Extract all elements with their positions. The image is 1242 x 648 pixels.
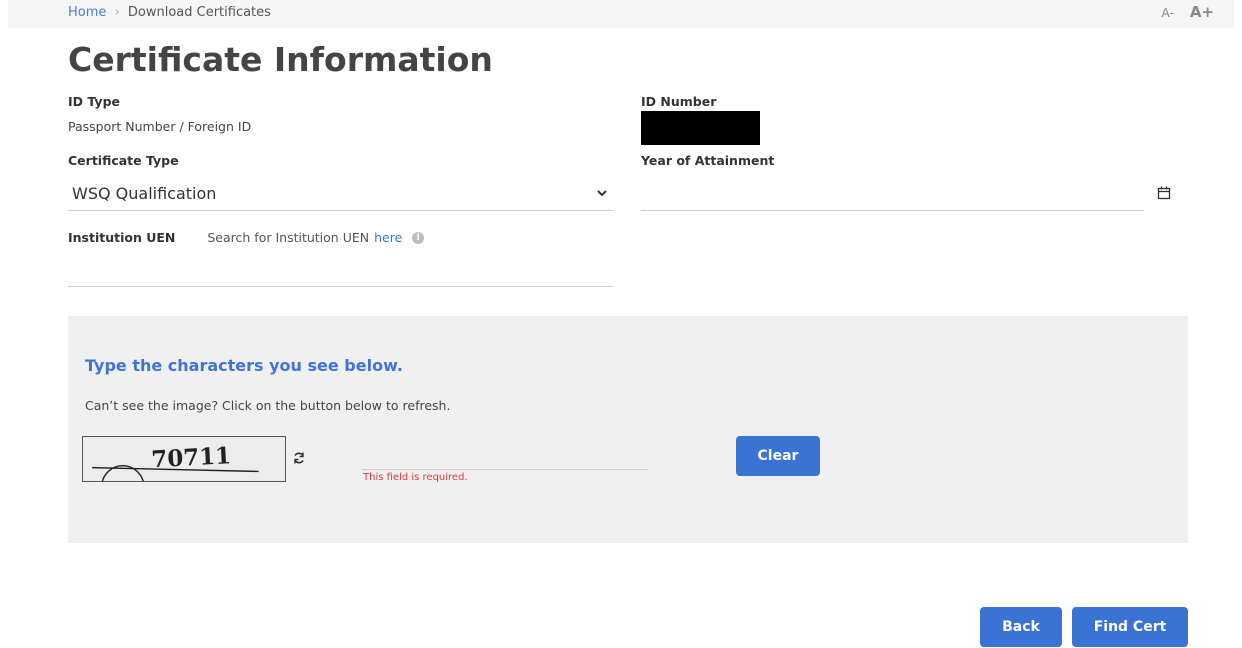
find-cert-button[interactable]: Find Cert bbox=[1072, 607, 1188, 647]
institution-uen-search-link[interactable]: here bbox=[374, 230, 402, 245]
institution-uen-input[interactable] bbox=[68, 252, 613, 287]
back-button[interactable]: Back bbox=[980, 607, 1062, 647]
id-number-label: ID Number bbox=[641, 94, 717, 109]
breadcrumb-separator: › bbox=[114, 5, 120, 20]
certificate-type-selected: WSQ Qualification bbox=[72, 183, 217, 203]
top-bar: Home › Download Certificates A- A+ bbox=[8, 0, 1234, 28]
decrease-font-button[interactable]: A- bbox=[1162, 6, 1174, 20]
calendar-icon[interactable] bbox=[1157, 186, 1171, 200]
refresh-icon[interactable] bbox=[292, 451, 306, 465]
institution-uen-label: Institution UEN bbox=[68, 230, 176, 245]
year-of-attainment-label: Year of Attainment bbox=[641, 153, 775, 168]
institution-uen-row: Institution UEN Search for Institution U… bbox=[68, 230, 425, 245]
breadcrumb-current: Download Certificates bbox=[127, 5, 271, 20]
id-type-value: Passport Number / Foreign ID bbox=[68, 119, 252, 134]
clear-button[interactable]: Clear bbox=[736, 436, 820, 476]
certificate-type-select[interactable]: WSQ Qualification bbox=[68, 176, 613, 211]
captcha-error-message: This field is required. bbox=[363, 472, 468, 483]
captcha-hint: Can’t see the image? Click on the button… bbox=[85, 398, 451, 413]
id-number-redacted-value bbox=[641, 111, 760, 145]
id-type-label: ID Type bbox=[68, 94, 120, 109]
increase-font-button[interactable]: A+ bbox=[1190, 3, 1214, 21]
font-size-controls: A- A+ bbox=[1162, 3, 1214, 21]
captcha-input[interactable] bbox=[362, 444, 648, 470]
certificate-type-label: Certificate Type bbox=[68, 153, 179, 168]
year-of-attainment-input[interactable] bbox=[641, 176, 1144, 211]
captcha-heading: Type the characters you see below. bbox=[85, 356, 403, 375]
breadcrumb: Home › Download Certificates bbox=[68, 5, 271, 20]
chevron-down-icon bbox=[597, 190, 607, 197]
captcha-panel: Type the characters you see below. Can’t… bbox=[68, 316, 1188, 543]
institution-uen-search-text: Search for Institution UEN bbox=[207, 230, 370, 245]
page-title: Certificate Information bbox=[68, 40, 493, 79]
info-icon[interactable]: i bbox=[412, 231, 425, 244]
breadcrumb-home-link[interactable]: Home bbox=[68, 5, 106, 20]
captcha-image: 70711 bbox=[82, 436, 286, 482]
